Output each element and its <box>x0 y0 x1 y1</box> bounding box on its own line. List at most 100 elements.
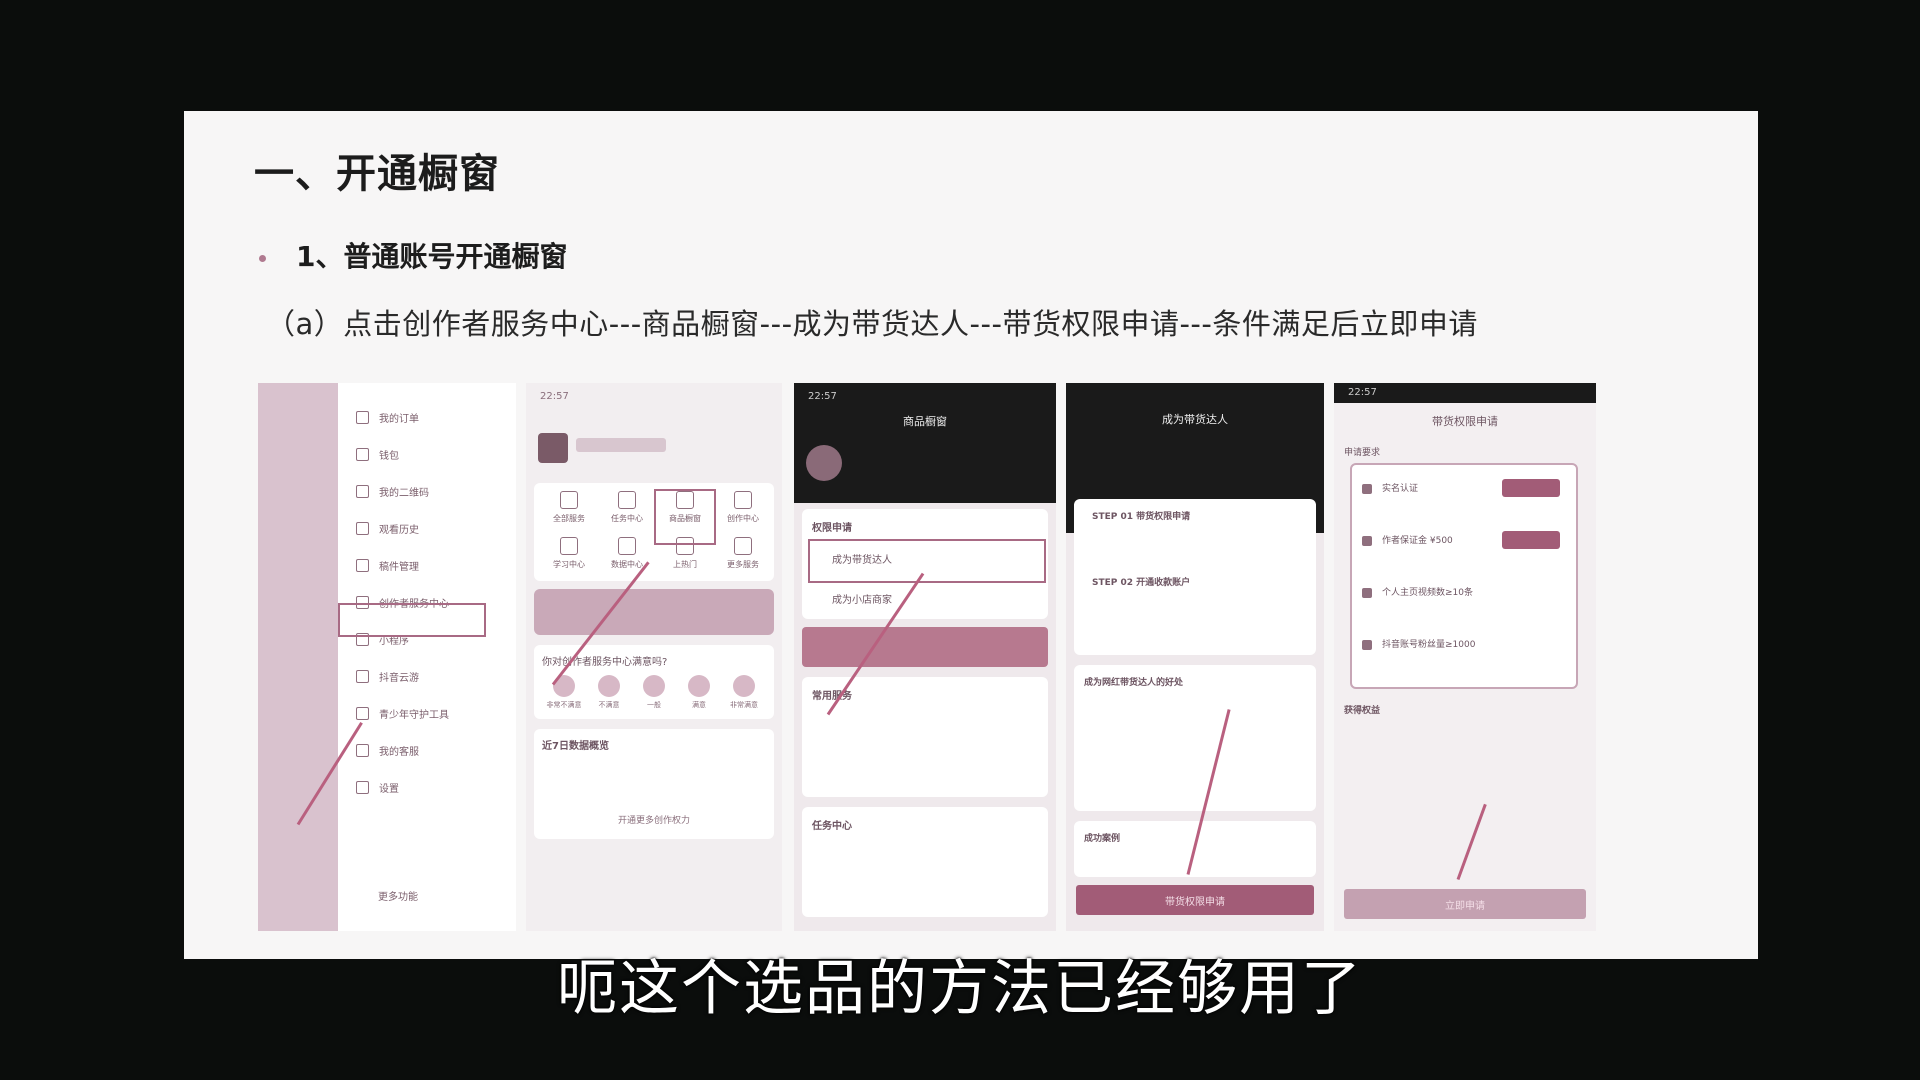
requirement-action-button[interactable] <box>1502 479 1560 497</box>
menu-item[interactable]: 抖音云游 <box>338 662 516 690</box>
tool-label: 创作中心 <box>727 514 759 523</box>
requirement-icon <box>1362 587 1372 598</box>
menu-item-icon <box>356 669 369 683</box>
highlight-box <box>654 489 716 545</box>
rating-face[interactable]: 不满意 <box>587 675 631 710</box>
become-title: 成为带货达人 <box>1162 413 1228 426</box>
menu-item-label: 设置 <box>379 783 399 795</box>
menu-item[interactable]: 我的客服 <box>338 736 516 764</box>
tool-icon <box>560 537 578 555</box>
requirement-icon <box>1362 483 1372 494</box>
requirements-label: 申请要求 <box>1344 448 1381 458</box>
tool-label: 全部服务 <box>553 514 585 523</box>
showcase-header: 22:57 商品橱窗 <box>794 383 1056 503</box>
rating-face[interactable]: 满意 <box>677 675 721 710</box>
menu-item[interactable]: 观看历史 <box>338 514 516 542</box>
requirement-icon <box>1362 639 1372 650</box>
face-icon <box>598 675 620 697</box>
menu-item-icon <box>356 780 369 794</box>
menu-item[interactable]: 稿件管理 <box>338 551 516 579</box>
step2-title: STEP 02 开通收款账户 <box>1092 578 1191 588</box>
requirement-label: 个人主页视频数≥10条 <box>1382 588 1473 598</box>
screenshot-strip: 我的订单 钱包 我的二维码 观看历史 稿件管理 创作者服务中心 小程序 抖音云游 青少年守护工具… <box>258 383 1598 931</box>
tool-item[interactable]: 更多服务 <box>716 537 770 570</box>
menu-item[interactable]: 钱包 <box>338 440 516 468</box>
menu-item-label: 我的订单 <box>379 413 419 425</box>
apply-permission-button[interactable]: 带货权限申请 <box>1076 885 1314 915</box>
tool-label: 学习中心 <box>553 560 585 569</box>
banner[interactable] <box>802 627 1048 667</box>
survey-question: 你对创作者服务中心满意吗? <box>542 657 668 668</box>
data-overview: 近7日数据概览 开通更多创作权力 <box>534 729 774 839</box>
status-bar: 22:57 <box>1334 383 1596 403</box>
menu-item-label: 我的二维码 <box>379 487 429 499</box>
menu-item-icon <box>356 558 369 572</box>
step1-title: STEP 01 带货权限申请 <box>1092 512 1191 522</box>
menu-item-icon <box>356 410 369 424</box>
screen-apply: 22:57 带货权限申请 申请要求 实名认证 作者保证金 ¥500 个人主页视频数≥… <box>1334 383 1596 931</box>
menu-item-label: 抖音云游 <box>379 672 419 684</box>
open-more-link[interactable]: 开通更多创作权力 <box>534 813 774 826</box>
slide-subtitle: 1、普通账号开通橱窗 <box>259 235 567 275</box>
menu-item-label: 钱包 <box>379 450 399 462</box>
showcase-title: 商品橱窗 <box>903 415 947 428</box>
requirement-action-button[interactable] <box>1502 531 1560 549</box>
banner[interactable] <box>534 589 774 635</box>
menu-item[interactable]: 青少年守护工具 <box>338 699 516 727</box>
requirement-label: 抖音账号粉丝量≥1000 <box>1382 640 1476 650</box>
tool-item[interactable]: 全部服务 <box>542 491 596 524</box>
screen-creator-center: 22:57 全部服务 任务中心 商品橱窗 创作中心 学习中心 数据中心 上热门 更多服务 你对… <box>526 383 782 931</box>
slide-title: 一、开通橱窗 <box>254 151 500 197</box>
highlight-box <box>338 603 486 637</box>
menu-item-label: 我的客服 <box>379 746 419 758</box>
menu-item-label: 观看历史 <box>379 524 419 536</box>
face-icon <box>688 675 710 697</box>
rating-face[interactable]: 非常满意 <box>722 675 766 710</box>
become-shop-item[interactable]: 成为小店商家 <box>832 591 892 606</box>
tool-label: 任务中心 <box>611 514 643 523</box>
tool-icon <box>734 537 752 555</box>
menu-item-icon <box>356 484 369 498</box>
subtitle-text: 1、普通账号开通橱窗 <box>296 240 568 273</box>
avatar[interactable] <box>538 433 568 463</box>
menu-item[interactable]: 我的订单 <box>338 403 516 431</box>
more-functions[interactable]: 更多功能 <box>378 888 418 903</box>
task-card: 任务中心 <box>802 807 1048 917</box>
rights-label: 获得权益 <box>1344 706 1381 716</box>
menu-item[interactable]: 设置 <box>338 773 516 801</box>
status-time: 22:57 <box>1348 387 1377 398</box>
requirement-item: 实名认证 <box>1362 481 1418 494</box>
tool-item[interactable]: 学习中心 <box>542 537 596 570</box>
screen-menu: 我的订单 钱包 我的二维码 观看历史 稿件管理 创作者服务中心 小程序 抖音云游 青少年守护工具… <box>258 383 516 931</box>
tool-icon <box>734 491 752 509</box>
section-title: 权限申请 <box>812 523 852 534</box>
requirement-icon <box>1362 535 1372 546</box>
tool-item[interactable]: 任务中心 <box>600 491 654 524</box>
data-title: 近7日数据概览 <box>542 741 609 752</box>
menu-item[interactable]: 我的二维码 <box>338 477 516 505</box>
face-icon <box>643 675 665 697</box>
task-title: 任务中心 <box>812 821 852 832</box>
highlight-box <box>808 539 1046 583</box>
tool-icon <box>560 491 578 509</box>
avatar[interactable] <box>806 445 842 481</box>
screen-showcase: 22:57 商品橱窗 权限申请 成为带货达人 成为小店商家 常用服务 任务中心 <box>794 383 1056 931</box>
rating-face[interactable]: 一般 <box>632 675 676 710</box>
tool-icon <box>618 491 636 509</box>
tool-item[interactable]: 创作中心 <box>716 491 770 524</box>
apply-now-button[interactable]: 立即申请 <box>1344 889 1586 919</box>
requirement-label: 实名认证 <box>1382 484 1419 494</box>
bullet-icon <box>259 254 266 262</box>
tool-label: 上热门 <box>673 560 697 569</box>
rating-face[interactable]: 非常不满意 <box>542 675 586 710</box>
menu-item-icon <box>356 706 369 720</box>
slide: 一、开通橱窗 1、普通账号开通橱窗 （a）点击创作者服务中心---商品橱窗---… <box>184 111 1758 959</box>
menu-item-label: 青少年守护工具 <box>379 709 449 721</box>
status-time: 22:57 <box>540 391 569 402</box>
requirement-item: 作者保证金 ¥500 <box>1362 533 1453 546</box>
cases-title: 成功案例 <box>1084 834 1121 844</box>
requirement-item: 个人主页视频数≥10条 <box>1362 585 1473 598</box>
face-row: 非常不满意 不满意 一般 满意 非常满意 <box>542 675 766 710</box>
requirement-item: 抖音账号粉丝量≥1000 <box>1362 637 1475 650</box>
face-icon <box>733 675 755 697</box>
